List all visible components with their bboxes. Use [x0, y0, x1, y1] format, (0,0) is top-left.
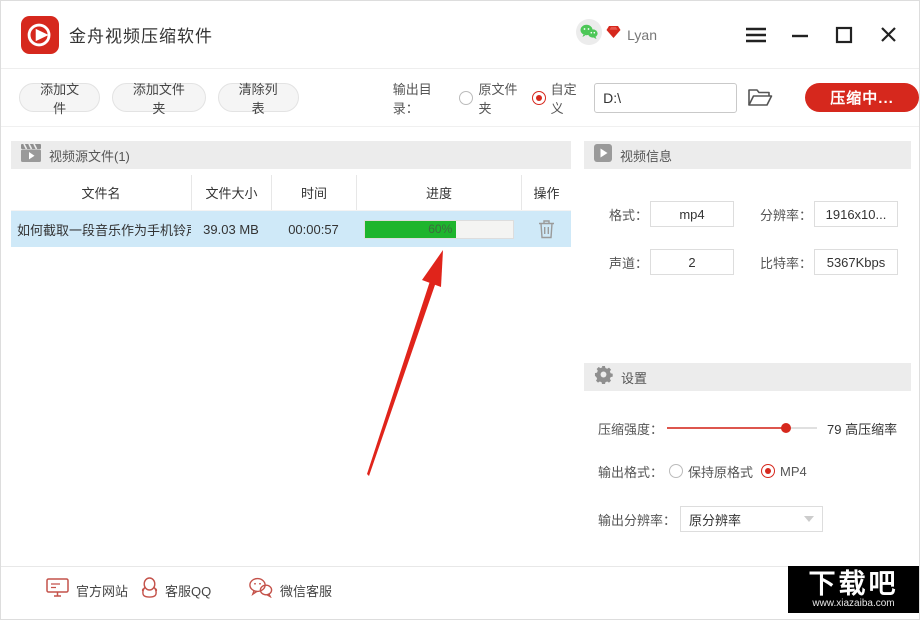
- app-window: 金舟视频压缩软件: [0, 0, 920, 620]
- qq-support-link[interactable]: 客服QQ: [141, 577, 211, 603]
- format-value: mp4: [650, 201, 734, 227]
- radio-original-folder[interactable]: 原文件夹: [459, 79, 523, 117]
- compress-button[interactable]: 压缩中...: [805, 83, 919, 112]
- bitrate-label: 比特率：: [754, 253, 812, 272]
- strength-row: 压缩强度： 79 高压缩率: [584, 415, 914, 441]
- source-panel-title: 视频源文件(1): [49, 146, 130, 165]
- info-row-1: 格式： mp4 分辨率： 1916x10...: [584, 201, 911, 227]
- watermark-url: www.xiazaiba.com: [812, 599, 894, 609]
- close-button[interactable]: [877, 24, 899, 46]
- radio-custom-folder[interactable]: 自定义: [532, 79, 584, 117]
- resolution-label: 分辨率：: [754, 205, 812, 224]
- output-resolution-label: 输出分辨率：: [598, 510, 676, 529]
- radio-circle: [459, 91, 473, 105]
- table-header: 文件名 文件大小 时间 进度 操作: [11, 175, 571, 211]
- column-header-progress: 进度: [356, 175, 521, 210]
- user-account[interactable]: Lyan: [576, 19, 657, 50]
- film-icon: [21, 144, 41, 167]
- column-header-size: 文件大小: [191, 175, 271, 210]
- wechat-icon: [248, 577, 273, 603]
- play-icon: [594, 144, 612, 167]
- output-resolution-row: 输出分辨率： 原分辨率: [584, 506, 914, 532]
- settings-panel-title: 设置: [621, 368, 647, 387]
- table-row[interactable]: 如何截取一段音乐作为手机铃声... 39.03 MB 00:00:57 60%: [11, 211, 571, 247]
- app-title: 金舟视频压缩软件: [69, 22, 213, 47]
- radio-circle: [532, 91, 546, 105]
- radio-circle: [761, 464, 775, 478]
- progress-bar: 60%: [364, 220, 514, 239]
- strength-desc: 高压缩率: [845, 422, 897, 437]
- info-panel-title: 视频信息: [620, 146, 672, 165]
- radio-circle: [669, 464, 683, 478]
- qq-penguin-icon: [141, 577, 158, 604]
- watermark: 下载吧 www.xiazaiba.com: [788, 566, 919, 613]
- watermark-title: 下载吧: [809, 571, 899, 598]
- radio-mp4[interactable]: MP4: [761, 464, 807, 479]
- add-folder-button[interactable]: 添加文件夹: [112, 83, 205, 112]
- output-format-label: 输出格式：: [598, 462, 663, 481]
- file-size-cell: 39.03 MB: [191, 211, 271, 247]
- delete-button[interactable]: [538, 219, 555, 239]
- menu-button[interactable]: [745, 24, 767, 46]
- radio-keep-format[interactable]: 保持原格式: [669, 462, 753, 481]
- column-header-time: 时间: [271, 175, 356, 210]
- info-panel-header: 视频信息: [584, 141, 911, 169]
- vip-gem-icon: [606, 25, 621, 44]
- strength-label: 压缩强度：: [598, 419, 663, 438]
- progress-fill: 60%: [365, 221, 457, 238]
- strength-value: 79: [827, 422, 841, 437]
- output-path-input[interactable]: [594, 83, 737, 113]
- maximize-button[interactable]: [833, 24, 855, 46]
- output-format-row: 输出格式： 保持原格式 MP4: [584, 458, 914, 484]
- monitor-icon: [46, 577, 69, 603]
- browse-folder-button[interactable]: [747, 87, 773, 108]
- strength-slider[interactable]: [667, 421, 817, 435]
- clear-list-button[interactable]: 清除列表: [218, 83, 299, 112]
- wechat-account-icon: [576, 19, 602, 50]
- slider-thumb[interactable]: [781, 423, 791, 433]
- resolution-value: 1916x10...: [814, 201, 898, 227]
- wechat-support-link[interactable]: 微信客服: [248, 577, 332, 603]
- progress-cell: 60%: [356, 211, 521, 247]
- file-time-cell: 00:00:57: [271, 211, 356, 247]
- channels-label: 声道：: [598, 253, 648, 272]
- source-panel-header: 视频源文件(1): [11, 141, 571, 169]
- bitrate-value: 5367Kbps: [814, 249, 898, 275]
- toolbar: 添加文件 添加文件夹 清除列表 输出目录： 原文件夹 自定义 压缩中...: [1, 69, 919, 127]
- resolution-select[interactable]: 原分辨率: [680, 506, 823, 532]
- resolution-select-value: 原分辨率: [689, 510, 741, 529]
- channels-value: 2: [650, 249, 734, 275]
- footer-divider: [1, 566, 919, 567]
- settings-panel-header: 设置: [584, 363, 911, 391]
- strength-value-text: 79 高压缩率: [827, 419, 897, 438]
- official-website-link[interactable]: 官方网站: [46, 577, 128, 603]
- format-label: 格式：: [598, 205, 648, 224]
- title-bar: 金舟视频压缩软件: [1, 1, 919, 69]
- chevron-down-icon: [804, 516, 814, 522]
- progress-label: 60%: [428, 222, 456, 236]
- column-header-name: 文件名: [11, 175, 191, 210]
- output-dir-label: 输出目录：: [393, 79, 452, 117]
- strength-slider-fill: [667, 427, 786, 429]
- file-name-cell: 如何截取一段音乐作为手机铃声...: [11, 211, 191, 247]
- gear-icon: [594, 365, 613, 389]
- add-file-button[interactable]: 添加文件: [19, 83, 100, 112]
- minimize-button[interactable]: [789, 24, 811, 46]
- user-name: Lyan: [627, 27, 657, 43]
- column-header-action: 操作: [521, 175, 571, 210]
- app-logo-icon: [21, 16, 59, 54]
- info-row-2: 声道： 2 比特率： 5367Kbps: [584, 249, 911, 275]
